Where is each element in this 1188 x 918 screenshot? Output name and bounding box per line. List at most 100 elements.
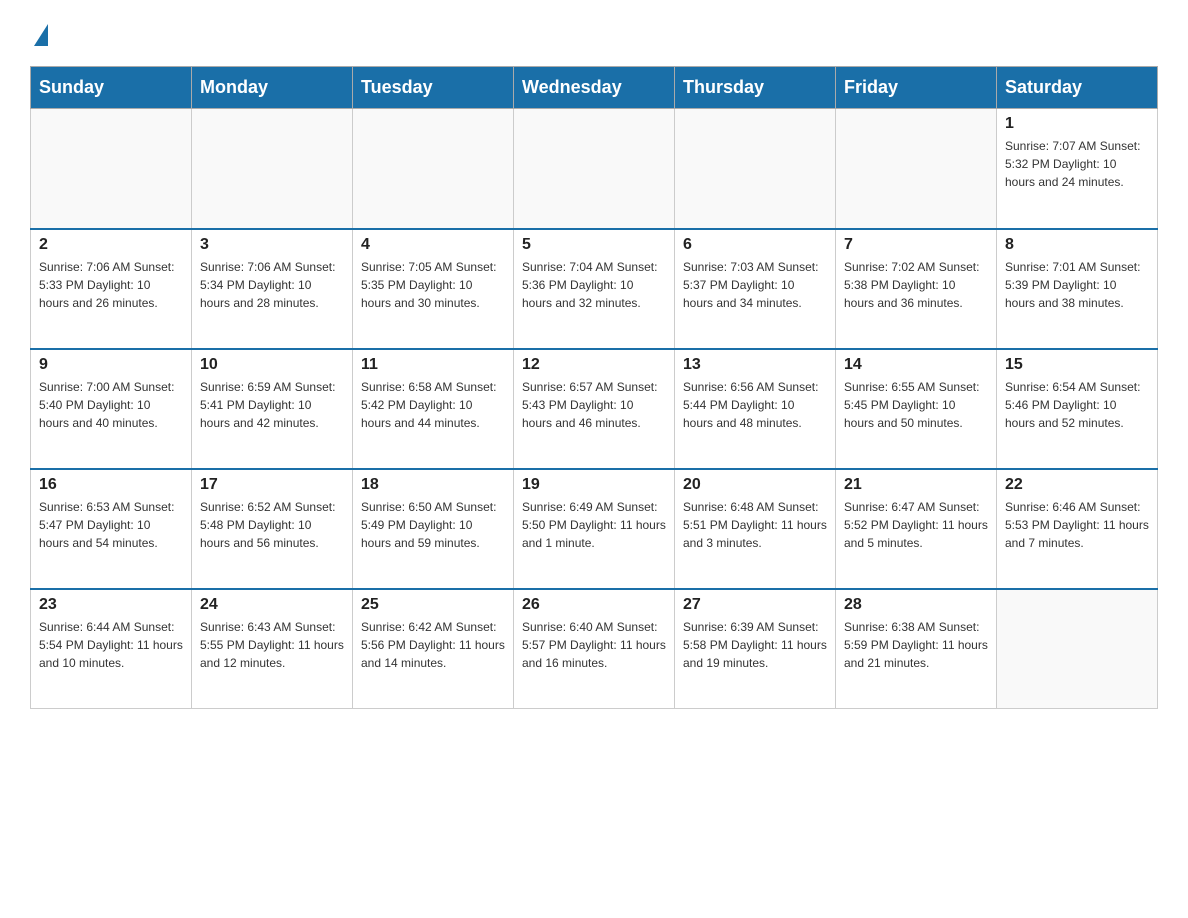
calendar-cell: 23 Sunrise: 6:44 AM Sunset: 5:54 PM Dayli… bbox=[31, 589, 192, 709]
day-info: Sunrise: 6:53 AM Sunset: 5:47 PM Dayligh… bbox=[39, 498, 183, 552]
day-number: 11 bbox=[361, 356, 505, 374]
column-header-tuesday: Tuesday bbox=[353, 67, 514, 109]
day-number: 6 bbox=[683, 236, 827, 254]
calendar-cell: 3 Sunrise: 7:06 AM Sunset: 5:34 PM Daylig… bbox=[192, 229, 353, 349]
day-info: Sunrise: 6:54 AM Sunset: 5:46 PM Dayligh… bbox=[1005, 378, 1149, 432]
calendar-cell bbox=[836, 109, 997, 229]
day-info: Sunrise: 6:47 AM Sunset: 5:52 PM Dayligh… bbox=[844, 498, 988, 552]
day-number: 7 bbox=[844, 236, 988, 254]
calendar-cell: 8Sunrise: 7:01 AM Sunset: 5:39 PM Daylig… bbox=[997, 229, 1158, 349]
day-info: Sunrise: 6:59 AM Sunset: 5:41 PM Dayligh… bbox=[200, 378, 344, 432]
calendar-cell: 27 Sunrise: 6:39 AM Sunset: 5:58 PM Dayli… bbox=[675, 589, 836, 709]
day-info: Sunrise: 7:05 AM Sunset: 5:35 PM Dayligh… bbox=[361, 258, 505, 312]
calendar-cell: 28 Sunrise: 6:38 AM Sunset: 5:59 PM Dayli… bbox=[836, 589, 997, 709]
day-number: 12 bbox=[522, 356, 666, 374]
day-info: Sunrise: 6:44 AM Sunset: 5:54 PM Dayligh… bbox=[39, 618, 183, 672]
day-number: 18 bbox=[361, 476, 505, 494]
day-info: Sunrise: 6:39 AM Sunset: 5:58 PM Dayligh… bbox=[683, 618, 827, 672]
logo bbox=[30, 20, 48, 46]
calendar-cell: 12 Sunrise: 6:57 AM Sunset: 5:43 PM Dayli… bbox=[514, 349, 675, 469]
day-info: Sunrise: 6:57 AM Sunset: 5:43 PM Dayligh… bbox=[522, 378, 666, 432]
day-info: Sunrise: 7:06 AM Sunset: 5:33 PM Dayligh… bbox=[39, 258, 183, 312]
day-info: Sunrise: 6:42 AM Sunset: 5:56 PM Dayligh… bbox=[361, 618, 505, 672]
day-number: 10 bbox=[200, 356, 344, 374]
day-number: 16 bbox=[39, 476, 183, 494]
day-info: Sunrise: 7:02 AM Sunset: 5:38 PM Dayligh… bbox=[844, 258, 988, 312]
calendar-cell bbox=[353, 109, 514, 229]
calendar-header-row: SundayMondayTuesdayWednesdayThursdayFrid… bbox=[31, 67, 1158, 109]
calendar-cell: 7 Sunrise: 7:02 AM Sunset: 5:38 PM Daylig… bbox=[836, 229, 997, 349]
day-info: Sunrise: 6:46 AM Sunset: 5:53 PM Dayligh… bbox=[1005, 498, 1149, 552]
day-number: 26 bbox=[522, 596, 666, 614]
day-info: Sunrise: 7:04 AM Sunset: 5:36 PM Dayligh… bbox=[522, 258, 666, 312]
day-info: Sunrise: 7:00 AM Sunset: 5:40 PM Dayligh… bbox=[39, 378, 183, 432]
calendar-cell: 20 Sunrise: 6:48 AM Sunset: 5:51 PM Dayli… bbox=[675, 469, 836, 589]
day-info: Sunrise: 6:55 AM Sunset: 5:45 PM Dayligh… bbox=[844, 378, 988, 432]
calendar-cell bbox=[997, 589, 1158, 709]
calendar-cell: 1Sunrise: 7:07 AM Sunset: 5:32 PM Daylig… bbox=[997, 109, 1158, 229]
day-number: 25 bbox=[361, 596, 505, 614]
page-header bbox=[30, 20, 1158, 46]
calendar-cell: 9 Sunrise: 7:00 AM Sunset: 5:40 PM Daylig… bbox=[31, 349, 192, 469]
calendar-cell bbox=[675, 109, 836, 229]
day-info: Sunrise: 6:50 AM Sunset: 5:49 PM Dayligh… bbox=[361, 498, 505, 552]
day-info: Sunrise: 6:38 AM Sunset: 5:59 PM Dayligh… bbox=[844, 618, 988, 672]
day-number: 23 bbox=[39, 596, 183, 614]
column-header-saturday: Saturday bbox=[997, 67, 1158, 109]
day-info: Sunrise: 6:43 AM Sunset: 5:55 PM Dayligh… bbox=[200, 618, 344, 672]
day-number: 14 bbox=[844, 356, 988, 374]
calendar-cell: 16 Sunrise: 6:53 AM Sunset: 5:47 PM Dayli… bbox=[31, 469, 192, 589]
week-row-3: 9 Sunrise: 7:00 AM Sunset: 5:40 PM Daylig… bbox=[31, 349, 1158, 469]
day-number: 8 bbox=[1005, 236, 1149, 254]
calendar-cell: 11Sunrise: 6:58 AM Sunset: 5:42 PM Dayli… bbox=[353, 349, 514, 469]
day-info: Sunrise: 7:03 AM Sunset: 5:37 PM Dayligh… bbox=[683, 258, 827, 312]
day-number: 20 bbox=[683, 476, 827, 494]
calendar-cell bbox=[514, 109, 675, 229]
day-number: 15 bbox=[1005, 356, 1149, 374]
day-number: 13 bbox=[683, 356, 827, 374]
calendar-cell: 10 Sunrise: 6:59 AM Sunset: 5:41 PM Dayli… bbox=[192, 349, 353, 469]
week-row-4: 16 Sunrise: 6:53 AM Sunset: 5:47 PM Dayli… bbox=[31, 469, 1158, 589]
day-info: Sunrise: 7:07 AM Sunset: 5:32 PM Dayligh… bbox=[1005, 137, 1149, 191]
day-number: 19 bbox=[522, 476, 666, 494]
calendar-cell: 13 Sunrise: 6:56 AM Sunset: 5:44 PM Dayli… bbox=[675, 349, 836, 469]
day-number: 3 bbox=[200, 236, 344, 254]
calendar-cell bbox=[192, 109, 353, 229]
calendar-cell: 4 Sunrise: 7:05 AM Sunset: 5:35 PM Daylig… bbox=[353, 229, 514, 349]
day-info: Sunrise: 6:40 AM Sunset: 5:57 PM Dayligh… bbox=[522, 618, 666, 672]
calendar-cell: 25 Sunrise: 6:42 AM Sunset: 5:56 PM Dayli… bbox=[353, 589, 514, 709]
day-number: 2 bbox=[39, 236, 183, 254]
calendar-cell: 21 Sunrise: 6:47 AM Sunset: 5:52 PM Dayli… bbox=[836, 469, 997, 589]
calendar-cell: 15 Sunrise: 6:54 AM Sunset: 5:46 PM Dayli… bbox=[997, 349, 1158, 469]
calendar-cell: 19 Sunrise: 6:49 AM Sunset: 5:50 PM Dayli… bbox=[514, 469, 675, 589]
day-info: Sunrise: 6:48 AM Sunset: 5:51 PM Dayligh… bbox=[683, 498, 827, 552]
calendar-cell: 24 Sunrise: 6:43 AM Sunset: 5:55 PM Dayli… bbox=[192, 589, 353, 709]
calendar-cell: 26 Sunrise: 6:40 AM Sunset: 5:57 PM Dayli… bbox=[514, 589, 675, 709]
day-number: 5 bbox=[522, 236, 666, 254]
calendar-cell: 22Sunrise: 6:46 AM Sunset: 5:53 PM Dayli… bbox=[997, 469, 1158, 589]
day-number: 24 bbox=[200, 596, 344, 614]
day-info: Sunrise: 7:06 AM Sunset: 5:34 PM Dayligh… bbox=[200, 258, 344, 312]
column-header-monday: Monday bbox=[192, 67, 353, 109]
week-row-2: 2 Sunrise: 7:06 AM Sunset: 5:33 PM Daylig… bbox=[31, 229, 1158, 349]
column-header-thursday: Thursday bbox=[675, 67, 836, 109]
day-info: Sunrise: 6:49 AM Sunset: 5:50 PM Dayligh… bbox=[522, 498, 666, 552]
calendar-cell: 17Sunrise: 6:52 AM Sunset: 5:48 PM Dayli… bbox=[192, 469, 353, 589]
day-number: 21 bbox=[844, 476, 988, 494]
column-header-sunday: Sunday bbox=[31, 67, 192, 109]
calendar-cell: 18 Sunrise: 6:50 AM Sunset: 5:49 PM Dayli… bbox=[353, 469, 514, 589]
column-header-wednesday: Wednesday bbox=[514, 67, 675, 109]
week-row-5: 23 Sunrise: 6:44 AM Sunset: 5:54 PM Dayli… bbox=[31, 589, 1158, 709]
calendar-cell: 6 Sunrise: 7:03 AM Sunset: 5:37 PM Daylig… bbox=[675, 229, 836, 349]
day-number: 27 bbox=[683, 596, 827, 614]
day-number: 28 bbox=[844, 596, 988, 614]
day-number: 4 bbox=[361, 236, 505, 254]
calendar-cell: 14 Sunrise: 6:55 AM Sunset: 5:45 PM Dayli… bbox=[836, 349, 997, 469]
column-header-friday: Friday bbox=[836, 67, 997, 109]
logo-triangle-icon bbox=[34, 24, 48, 46]
calendar-cell bbox=[31, 109, 192, 229]
calendar-cell: 5 Sunrise: 7:04 AM Sunset: 5:36 PM Daylig… bbox=[514, 229, 675, 349]
day-number: 9 bbox=[39, 356, 183, 374]
day-info: Sunrise: 6:56 AM Sunset: 5:44 PM Dayligh… bbox=[683, 378, 827, 432]
calendar-table: SundayMondayTuesdayWednesdayThursdayFrid… bbox=[30, 66, 1158, 709]
